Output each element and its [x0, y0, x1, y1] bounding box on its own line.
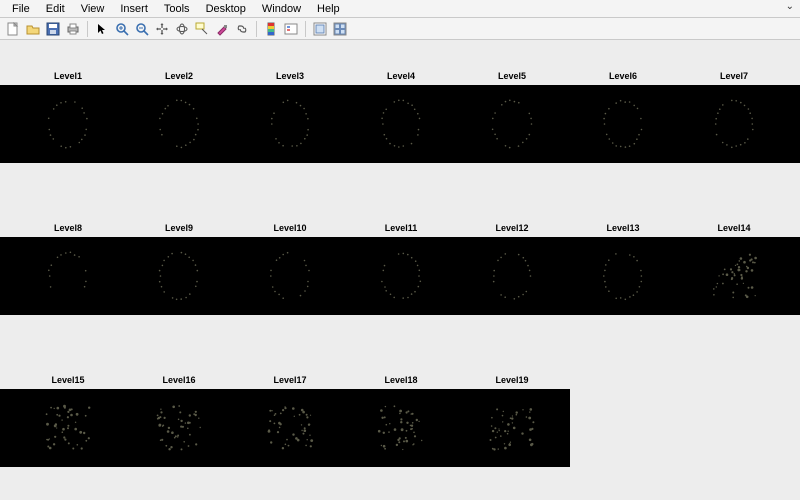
- subplot-image: [371, 398, 431, 458]
- toolbar-separator: [256, 21, 257, 37]
- subplot-image: [704, 94, 764, 154]
- menubar: File Edit View Insert Tools Desktop Wind…: [0, 0, 800, 18]
- toolbar: [0, 18, 800, 40]
- subplot-image: [260, 94, 320, 154]
- subplot-image: [371, 94, 431, 154]
- subplot-title: Level18: [384, 375, 417, 385]
- subplot-image: [260, 246, 320, 306]
- hide-plot-icon[interactable]: [311, 20, 329, 38]
- subplot-title: Level19: [495, 375, 528, 385]
- subplot-image: [149, 398, 209, 458]
- subplot-image: [482, 246, 542, 306]
- subplot-title: Level8: [54, 223, 82, 233]
- subplot-title: Level17: [273, 375, 306, 385]
- link-icon[interactable]: [233, 20, 251, 38]
- subplot-title: Level3: [276, 71, 304, 81]
- subplot-title: Level2: [165, 71, 193, 81]
- dock-menu-icon[interactable]: ⌄: [786, 1, 794, 12]
- menu-tools[interactable]: Tools: [156, 2, 198, 16]
- subplot-title: Level16: [162, 375, 195, 385]
- subplot-title: Level11: [385, 223, 418, 233]
- subplot-image: [38, 246, 98, 306]
- subplot-title: Level7: [720, 71, 748, 81]
- insert-colorbar-icon[interactable]: [262, 20, 280, 38]
- subplot-image: [704, 246, 764, 306]
- figure-area: Level1 Level2 Level3 Level4 Level5 Level6 Leve…: [0, 40, 800, 500]
- subplot-title: Level14: [717, 223, 750, 233]
- subplot-title: Level4: [387, 71, 415, 81]
- new-file-icon[interactable]: [4, 20, 22, 38]
- subplot-title: Level6: [609, 71, 637, 81]
- subplot-image: [593, 246, 653, 306]
- rotate3d-icon[interactable]: [173, 20, 191, 38]
- subplot-image: [38, 94, 98, 154]
- subplot-image: [149, 94, 209, 154]
- subplot-title: Level1: [54, 71, 82, 81]
- subplot-title: Level9: [165, 223, 193, 233]
- subplot-title: Level13: [606, 223, 639, 233]
- menu-file[interactable]: File: [4, 2, 38, 16]
- toolbar-separator: [305, 21, 306, 37]
- insert-legend-icon[interactable]: [282, 20, 300, 38]
- open-file-icon[interactable]: [24, 20, 42, 38]
- menu-edit[interactable]: Edit: [38, 2, 73, 16]
- subplot-image: [149, 246, 209, 306]
- menu-desktop[interactable]: Desktop: [198, 2, 254, 16]
- menu-help[interactable]: Help: [309, 2, 348, 16]
- toolbar-separator: [87, 21, 88, 37]
- menu-insert[interactable]: Insert: [112, 2, 156, 16]
- subplot-image: [482, 94, 542, 154]
- subplot-title: Level5: [498, 71, 526, 81]
- subplot-image: [260, 398, 320, 458]
- subplot-image: [371, 246, 431, 306]
- menu-window[interactable]: Window: [254, 2, 309, 16]
- brush-icon[interactable]: [213, 20, 231, 38]
- subplot-image: [593, 94, 653, 154]
- print-icon[interactable]: [64, 20, 82, 38]
- pointer-icon[interactable]: [93, 20, 111, 38]
- subplot-title: Level15: [51, 375, 84, 385]
- subplot-image: [38, 398, 98, 458]
- subplot-image: [482, 398, 542, 458]
- save-icon[interactable]: [44, 20, 62, 38]
- subplot-title: Level12: [495, 223, 528, 233]
- data-cursor-icon[interactable]: [193, 20, 211, 38]
- show-plot-icon[interactable]: [331, 20, 349, 38]
- pan-icon[interactable]: [153, 20, 171, 38]
- menu-view[interactable]: View: [73, 2, 113, 16]
- subplot-title: Level10: [273, 223, 306, 233]
- zoom-out-icon[interactable]: [133, 20, 151, 38]
- zoom-in-icon[interactable]: [113, 20, 131, 38]
